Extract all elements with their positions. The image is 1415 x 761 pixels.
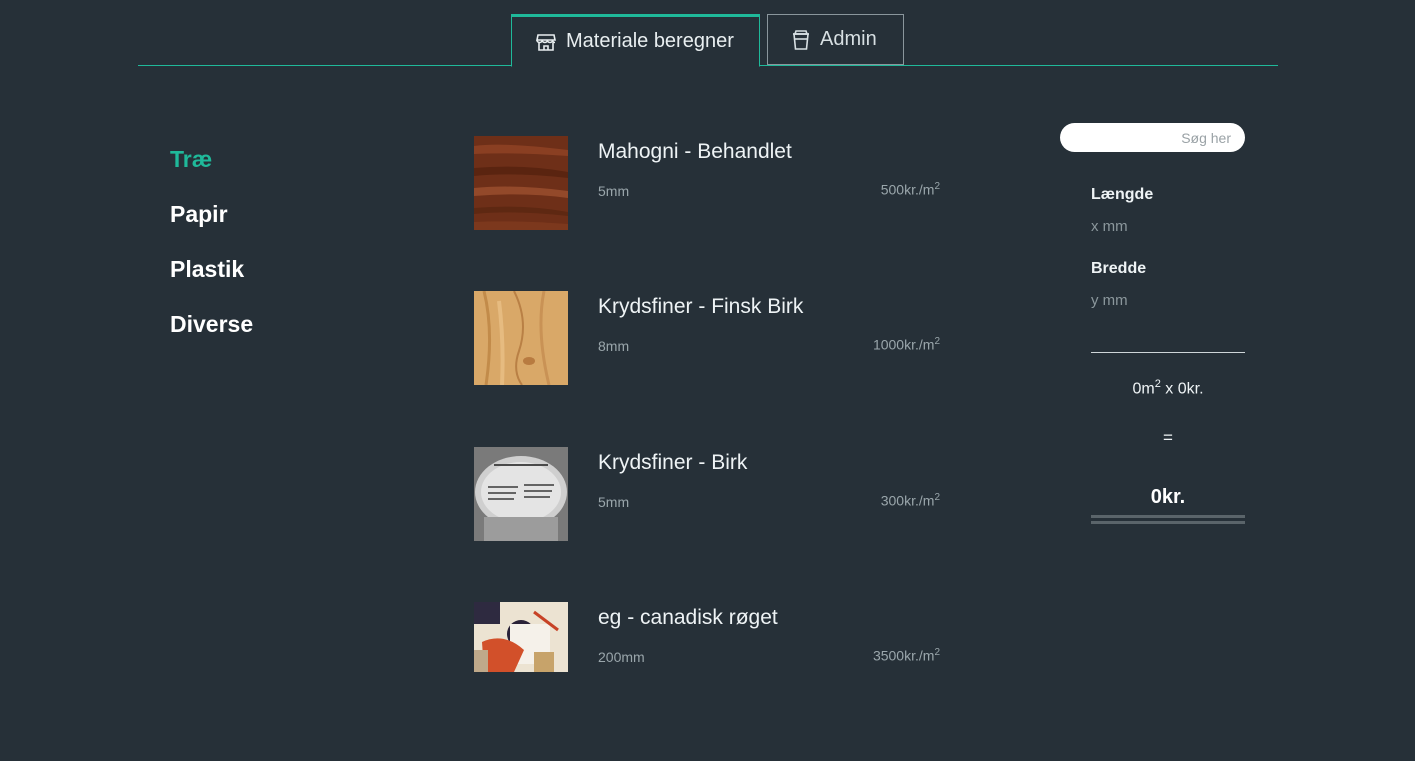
- product-image-birch: [474, 447, 568, 541]
- product-item[interactable]: Krydsfiner - Birk 5mm 300kr./m2: [474, 447, 944, 541]
- tab-admin[interactable]: Admin: [767, 14, 904, 65]
- sidebar-item-diverse[interactable]: Diverse: [170, 310, 253, 339]
- category-sidebar: Træ Papir Plastik Diverse: [170, 145, 253, 365]
- product-name: Mahogni - Behandlet: [598, 140, 792, 163]
- product-thickness: 5mm: [598, 183, 630, 199]
- product-thickness: 5mm: [598, 494, 630, 510]
- sidebar-item-plastik[interactable]: Plastik: [170, 255, 253, 284]
- product-thickness: 8mm: [598, 338, 630, 354]
- cup-icon: [792, 29, 810, 50]
- product-item[interactable]: Mahogni - Behandlet 5mm 500kr./m2: [474, 136, 944, 230]
- total-underline: [1091, 521, 1245, 524]
- calc-divider: [1091, 352, 1245, 353]
- product-price: 1000kr./m2: [872, 336, 940, 353]
- width-label: Bredde: [1091, 260, 1147, 277]
- product-image-oak: [474, 602, 568, 672]
- sidebar-item-papir[interactable]: Papir: [170, 200, 253, 229]
- width-input[interactable]: y mm: [1091, 292, 1128, 309]
- product-price: 300kr./m2: [880, 492, 940, 509]
- product-name: Krydsfiner - Birk: [598, 451, 748, 474]
- tab-label: Admin: [820, 28, 877, 50]
- product-thickness: 200mm: [598, 649, 645, 665]
- product-name: eg - canadisk røget: [598, 606, 778, 629]
- length-input[interactable]: x mm: [1091, 218, 1128, 235]
- calc-equals: =: [1163, 428, 1173, 447]
- calc-formula: 0m2 x 0kr.: [1132, 378, 1204, 398]
- total-underline: [1091, 515, 1245, 518]
- product-price: 3500kr./m2: [872, 647, 940, 664]
- product-image-finnish-birch: [474, 291, 568, 385]
- length-label: Længde: [1091, 186, 1154, 203]
- tab-label: Materiale beregner: [566, 30, 734, 52]
- product-name: Krydsfiner - Finsk Birk: [598, 295, 804, 318]
- search-input[interactable]: [1060, 123, 1245, 152]
- store-icon: [536, 32, 556, 52]
- product-item[interactable]: eg - canadisk røget 200mm 3500kr./m2: [474, 602, 944, 696]
- tab-materiale-beregner[interactable]: Materiale beregner: [511, 14, 760, 67]
- product-item[interactable]: Krydsfiner - Finsk Birk 8mm 1000kr./m2: [474, 291, 944, 385]
- sidebar-item-trae[interactable]: Træ: [170, 145, 253, 174]
- calc-total: 0kr.: [1150, 486, 1186, 508]
- product-image-mahogany: [474, 136, 568, 230]
- product-price: 500kr./m2: [880, 181, 940, 198]
